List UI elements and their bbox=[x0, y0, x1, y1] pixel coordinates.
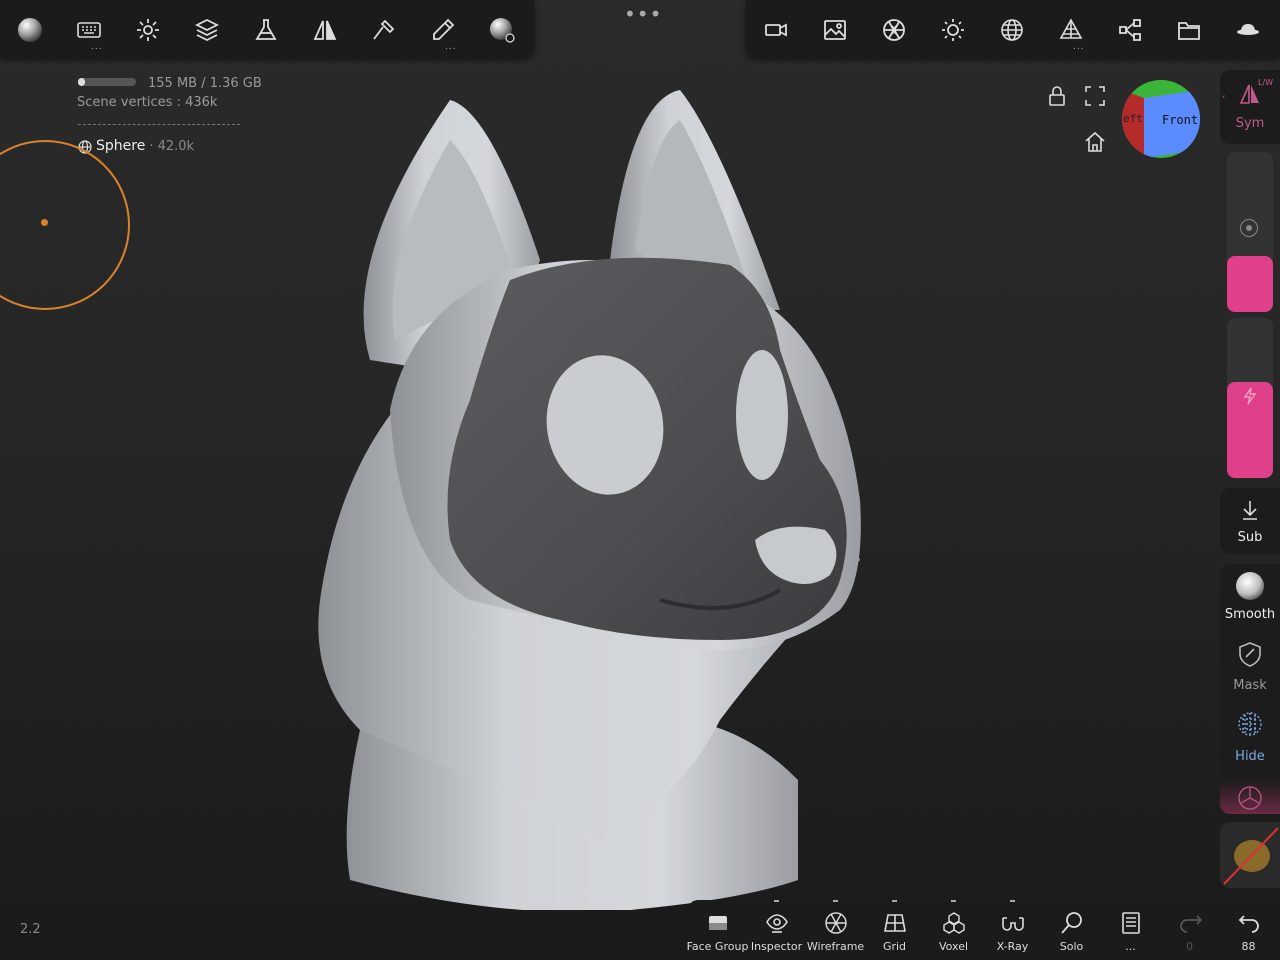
scene-vertices: Scene vertices : 436k bbox=[77, 95, 218, 110]
smooth-label[interactable]: Smooth bbox=[1220, 607, 1280, 622]
share-nodes-icon[interactable] bbox=[1110, 10, 1150, 50]
wireframe-button[interactable]: Wireframe bbox=[806, 900, 865, 960]
folder-icon[interactable] bbox=[1169, 10, 1209, 50]
pyramid-icon[interactable] bbox=[1051, 10, 1091, 50]
material-swatch-button[interactable] bbox=[1220, 822, 1280, 888]
memory-bar bbox=[78, 78, 136, 86]
redo-button[interactable]: 0 bbox=[1160, 900, 1219, 960]
grid-icon bbox=[882, 910, 908, 936]
download-arrow-icon bbox=[1238, 498, 1262, 522]
solo-button[interactable]: Solo bbox=[1042, 900, 1101, 960]
view-cube[interactable]: eft Front bbox=[1122, 80, 1200, 158]
xray-button[interactable]: X-Ray bbox=[983, 900, 1042, 960]
solo-magnifier-icon bbox=[1059, 910, 1085, 936]
pyramid-more-dots: ... bbox=[1073, 42, 1085, 52]
info-divider bbox=[78, 124, 240, 125]
more-button[interactable]: ... bbox=[1101, 900, 1160, 960]
aperture-icon[interactable] bbox=[874, 10, 914, 50]
undo-button[interactable]: 88 bbox=[1219, 900, 1278, 960]
keyboard-icon[interactable] bbox=[69, 10, 109, 50]
inspector-marker bbox=[774, 900, 779, 902]
lightning-icon bbox=[1240, 386, 1260, 406]
page-icon bbox=[1118, 910, 1144, 936]
mesh-row[interactable]: Sphere · 42.0k bbox=[78, 138, 194, 154]
cube-front-label: Front bbox=[1162, 113, 1199, 127]
xray-glasses-icon bbox=[1000, 910, 1026, 936]
flask-icon[interactable] bbox=[246, 10, 286, 50]
wireframe-marker bbox=[833, 900, 838, 902]
tool-panel: Smooth Mask Hide bbox=[1220, 564, 1280, 814]
gear-icon[interactable] bbox=[128, 10, 168, 50]
material-sphere-icon[interactable] bbox=[482, 10, 522, 50]
inspector-button[interactable]: Inspector bbox=[747, 900, 806, 960]
version-label: 2.2 bbox=[20, 922, 41, 937]
voxel-marker bbox=[951, 900, 956, 902]
cube-left-label: eft bbox=[1123, 112, 1143, 125]
matcap-sphere-icon[interactable] bbox=[10, 10, 50, 50]
sub-label: Sub bbox=[1237, 530, 1263, 545]
keyboard-more-dots: ... bbox=[91, 42, 103, 52]
xray-marker bbox=[1010, 900, 1015, 902]
image-icon[interactable] bbox=[815, 10, 855, 50]
face-group-button[interactable]: Face Group bbox=[687, 900, 748, 960]
inspector-eye-icon bbox=[764, 910, 790, 936]
mesh-name: Sphere bbox=[96, 138, 146, 154]
sculpt-model[interactable] bbox=[300, 80, 880, 910]
memory-usage: 155 MB / 1.36 GB bbox=[148, 76, 262, 91]
sym-side-marker: ‹ bbox=[1222, 92, 1226, 101]
hammer-icon[interactable] bbox=[364, 10, 404, 50]
undo-icon bbox=[1236, 910, 1262, 936]
top-left-toolbar: ... ... bbox=[0, 0, 534, 58]
pen-icon[interactable] bbox=[423, 10, 463, 50]
face-group-icon bbox=[705, 910, 731, 936]
grid-button[interactable]: Grid bbox=[865, 900, 924, 960]
smooth-ball-icon[interactable] bbox=[1234, 570, 1266, 602]
sym-button[interactable]: L/W ‹ Sym bbox=[1220, 70, 1280, 144]
sun-icon[interactable] bbox=[933, 10, 973, 50]
wireframe-icon bbox=[823, 910, 849, 936]
hide-label[interactable]: Hide bbox=[1220, 749, 1280, 764]
mask-label[interactable]: Mask bbox=[1220, 678, 1280, 693]
grid-marker bbox=[892, 900, 897, 902]
camera-icon[interactable] bbox=[756, 10, 796, 50]
radius-slider[interactable] bbox=[1227, 152, 1273, 312]
top-right-toolbar: ... bbox=[746, 0, 1280, 58]
layers-icon[interactable] bbox=[187, 10, 227, 50]
hide-grid-icon[interactable] bbox=[1236, 710, 1264, 738]
intensity-slider[interactable] bbox=[1227, 318, 1273, 478]
sub-button[interactable]: Sub bbox=[1220, 488, 1280, 554]
fullscreen-icon[interactable] bbox=[1083, 84, 1107, 108]
home-icon[interactable] bbox=[1083, 130, 1107, 154]
lock-icon[interactable] bbox=[1045, 84, 1069, 108]
gizmo-icon[interactable] bbox=[1236, 784, 1264, 812]
sym-label: Sym bbox=[1235, 116, 1265, 131]
brush-center-dot bbox=[41, 219, 48, 226]
mask-shield-icon[interactable] bbox=[1236, 640, 1264, 668]
symmetry-icon[interactable] bbox=[305, 10, 345, 50]
mesh-vertex-count: · 42.0k bbox=[149, 138, 195, 154]
radius-slider-fill bbox=[1227, 256, 1273, 312]
tool-panel-footer bbox=[1220, 780, 1280, 814]
radius-target-icon bbox=[1240, 219, 1258, 237]
material-swatch-icon bbox=[1223, 827, 1279, 885]
pen-more-dots: ... bbox=[445, 42, 457, 52]
sym-corner-label: L/W bbox=[1258, 78, 1274, 87]
drag-handle-dots[interactable]: ••• bbox=[624, 2, 662, 26]
voxel-button[interactable]: Voxel bbox=[924, 900, 983, 960]
voxel-icon bbox=[941, 910, 967, 936]
redo-icon bbox=[1177, 910, 1203, 936]
bottom-toolbar: Face Group Inspector Wireframe Grid Voxe… bbox=[687, 900, 1280, 960]
brush-radius-circle bbox=[0, 140, 130, 310]
cap-icon[interactable] bbox=[1228, 10, 1268, 50]
globe-grid-icon[interactable] bbox=[992, 10, 1032, 50]
undo-count: 88 bbox=[1241, 940, 1256, 953]
